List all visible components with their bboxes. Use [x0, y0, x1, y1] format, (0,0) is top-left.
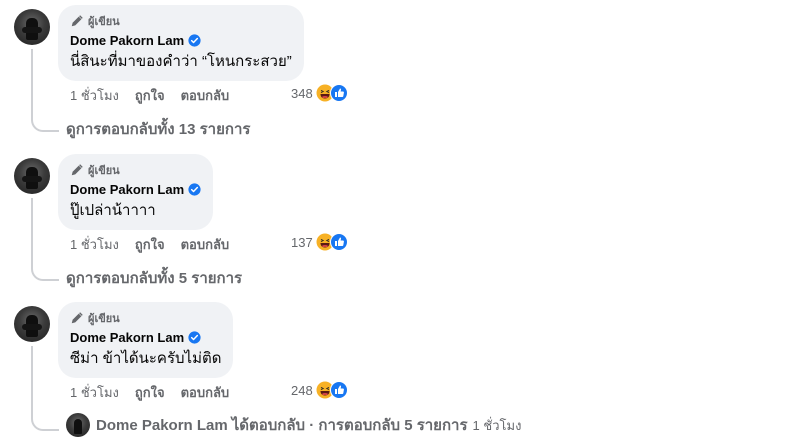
- reply-button[interactable]: ตอบกลับ: [181, 85, 230, 106]
- timestamp[interactable]: 1 ชั่วโมง: [70, 234, 119, 255]
- timestamp[interactable]: 1 ชั่วโมง: [70, 382, 119, 403]
- reply-author-name: Dome Pakorn Lam: [96, 416, 228, 434]
- author-name[interactable]: Dome Pakorn Lam: [70, 330, 184, 345]
- comment-bubble: ผู้เขียน Dome Pakorn Lam นี่สินะที่มาของ…: [58, 5, 304, 81]
- reaction-count: 348: [291, 85, 313, 101]
- view-replies-link[interactable]: ดูการตอบกลับทั้ง 5 รายการ: [66, 266, 242, 290]
- comment-bubble: ผู้เขียน Dome Pakorn Lam ปู๊เปล่าน้าาาา: [58, 154, 214, 230]
- like-button[interactable]: ถูกใจ: [135, 85, 165, 106]
- author-badge-label: ผู้เขียน: [88, 312, 120, 325]
- like-reaction-icon: [329, 381, 348, 399]
- reply-button[interactable]: ตอบกลับ: [181, 382, 230, 403]
- comment: ผู้เขียน Dome Pakorn Lam นี่สินะที่มาของ…: [0, 0, 800, 149]
- view-replies-link[interactable]: ดูการตอบกลับทั้ง 13 รายการ: [66, 117, 250, 141]
- pencil-icon: [71, 163, 83, 175]
- timestamp[interactable]: 1 ชั่วโมง: [70, 85, 119, 106]
- avatar[interactable]: [14, 9, 50, 45]
- reaction-count: 248: [291, 382, 313, 398]
- pencil-icon: [71, 14, 83, 26]
- comment-actions: 1 ชั่วโมง ถูกใจ ตอบกลับ: [70, 235, 245, 253]
- like-button[interactable]: ถูกใจ: [135, 234, 165, 255]
- author-badge: ผู้เขียน: [70, 162, 201, 177]
- comment-bubble: ผู้เขียน Dome Pakorn Lam ซีม่า ข้าได้นะค…: [58, 302, 234, 378]
- author-badge: ผู้เขียน: [70, 13, 292, 28]
- comment: ผู้เขียน Dome Pakorn Lam ปู๊เปล่าน้าาาา …: [0, 149, 800, 298]
- reaction-count: 137: [291, 234, 313, 250]
- reply-timestamp: 1 ชั่วโมง: [472, 417, 522, 433]
- comment-text: นี่สินะที่มาของคำว่า “โหนกระสวย”: [70, 53, 292, 70]
- reaction-summary[interactable]: 348: [291, 84, 348, 102]
- reaction-summary[interactable]: 137: [291, 233, 348, 251]
- comment-text: ปู๊เปล่าน้าาาา: [70, 202, 156, 219]
- verified-badge-icon: [188, 34, 201, 47]
- thread-connector: [31, 417, 59, 431]
- thread-connector: [31, 267, 59, 281]
- author-badge: ผู้เขียน: [70, 310, 221, 325]
- thread-line: [31, 346, 33, 418]
- thread-line: [31, 198, 33, 267]
- thread-connector: [31, 118, 59, 132]
- like-reaction-icon: [329, 233, 348, 251]
- comment-actions: 1 ชั่วโมง ถูกใจ ตอบกลับ: [70, 383, 245, 401]
- reply-summary[interactable]: Dome Pakorn Lam ได้ตอบกลับ · การตอบกลับ …: [66, 412, 521, 438]
- avatar[interactable]: [14, 306, 50, 342]
- pencil-icon: [71, 311, 83, 323]
- reply-avatar: [66, 413, 90, 437]
- author-name[interactable]: Dome Pakorn Lam: [70, 33, 184, 48]
- reply-button[interactable]: ตอบกลับ: [181, 234, 230, 255]
- author-badge-label: ผู้เขียน: [88, 164, 120, 177]
- comment-text: ซีม่า ข้าได้นะครับไม่ติด: [70, 350, 222, 367]
- verified-badge-icon: [188, 331, 201, 344]
- reaction-summary[interactable]: 248: [291, 381, 348, 399]
- author-name[interactable]: Dome Pakorn Lam: [70, 182, 184, 197]
- verified-badge-icon: [188, 183, 201, 196]
- reply-summary-text: ได้ตอบกลับ · การตอบกลับ 5 รายการ: [231, 417, 468, 434]
- like-reaction-icon: [329, 84, 348, 102]
- avatar[interactable]: [14, 158, 50, 194]
- comment-actions: 1 ชั่วโมง ถูกใจ ตอบกลับ: [70, 86, 245, 104]
- thread-line: [31, 49, 33, 118]
- like-button[interactable]: ถูกใจ: [135, 382, 165, 403]
- author-badge-label: ผู้เขียน: [88, 15, 120, 28]
